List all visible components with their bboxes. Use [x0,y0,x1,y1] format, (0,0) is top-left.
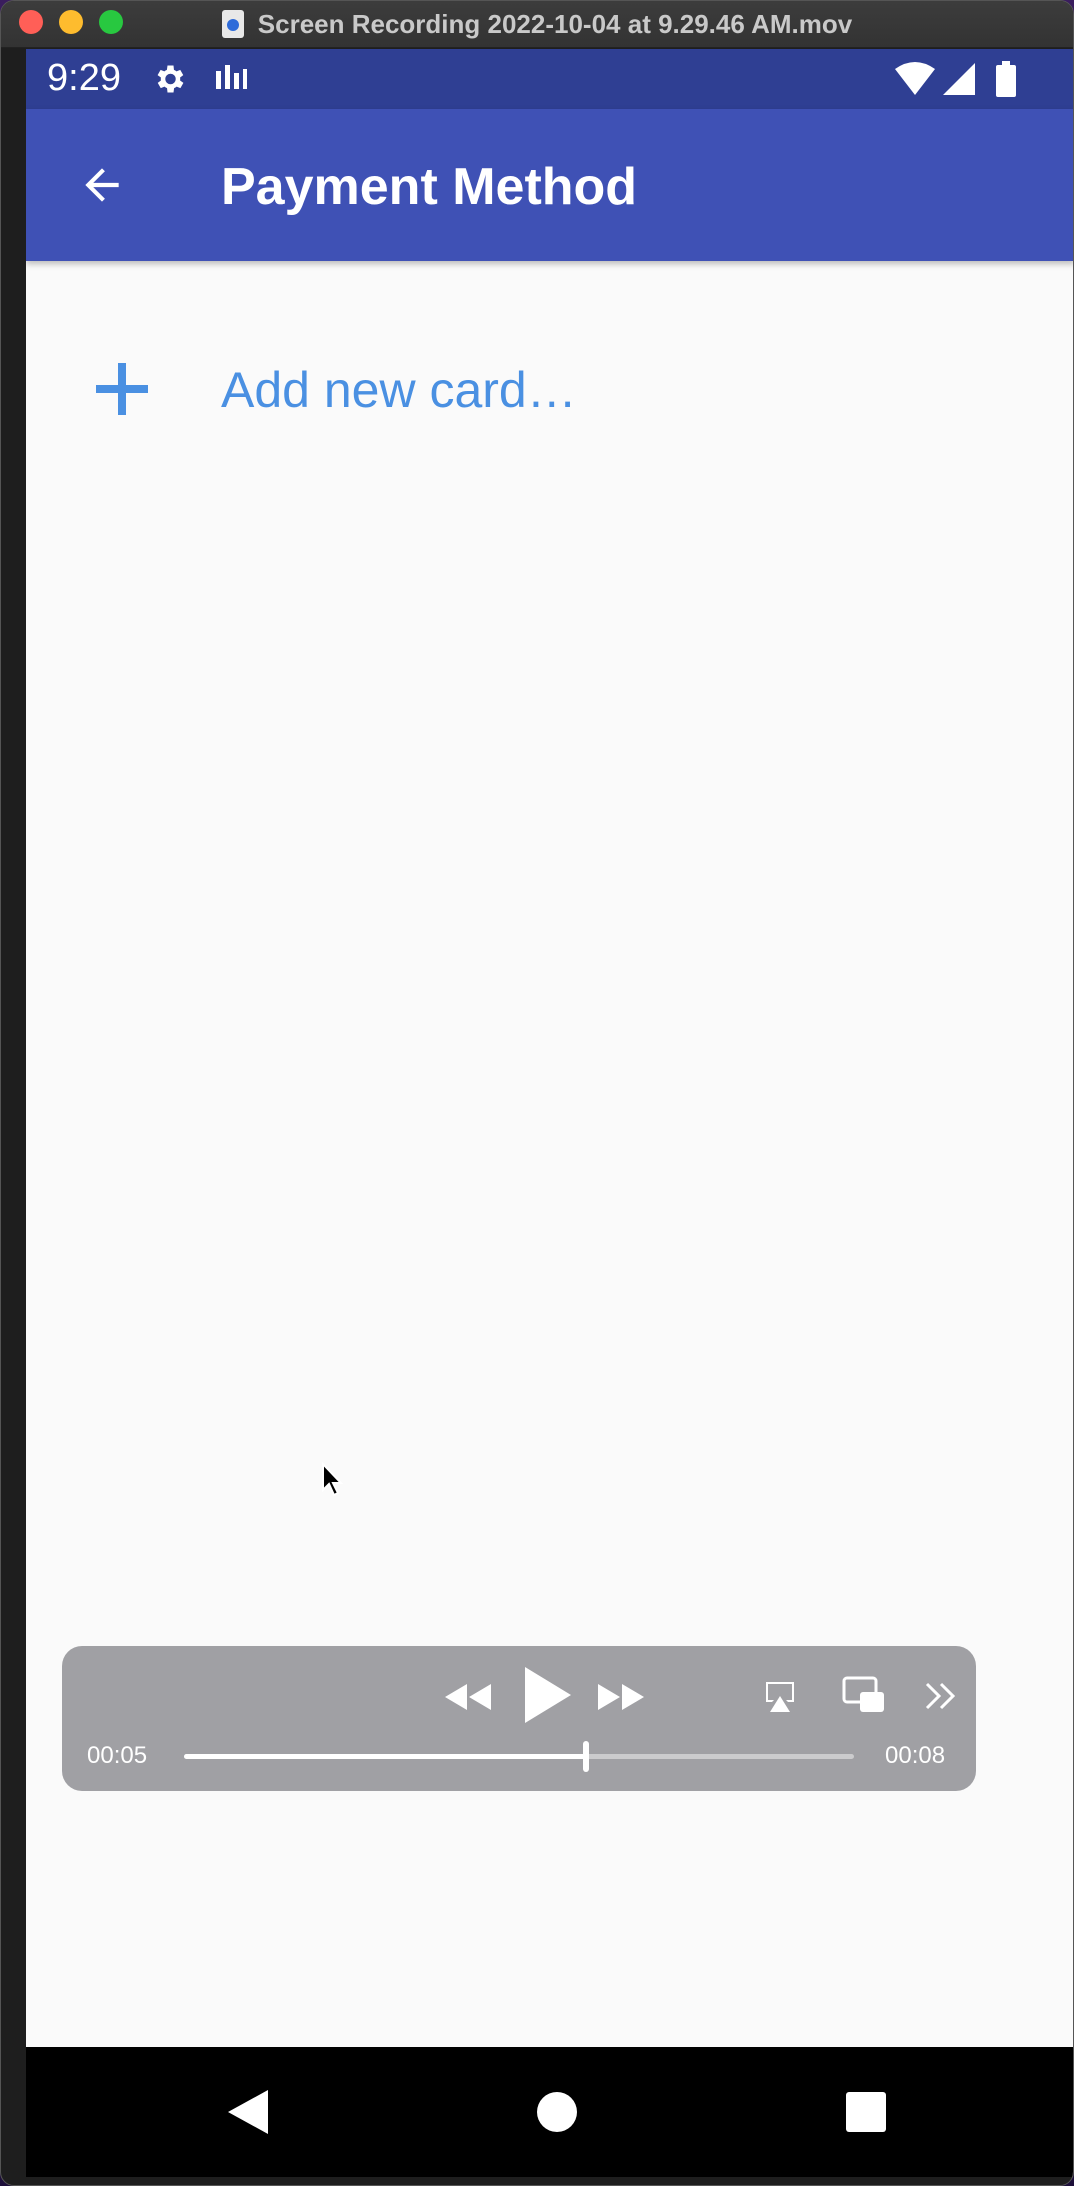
picture-in-picture-icon [842,1676,884,1712]
back-button[interactable] [71,154,133,216]
status-time: 9:29 [47,57,121,99]
mouse-cursor-icon [321,1461,345,1503]
nav-recents-button[interactable] [834,2080,898,2144]
picture-in-picture-button[interactable] [840,1672,888,1718]
quicktime-window: Screen Recording 2022-10-04 at 9.29.46 A… [0,0,1074,2186]
app-bar: Payment Method [26,109,1073,261]
nav-home-button[interactable] [525,2080,589,2144]
status-bar: 9:29 [26,49,1073,109]
back-triangle-icon [228,2090,268,2134]
rewind-icon [445,1684,491,1710]
window-title: Screen Recording 2022-10-04 at 9.29.46 A… [257,8,853,39]
cellular-icon [941,61,977,102]
scrubber-playhead[interactable] [583,1741,589,1772]
movie-file-icon [221,10,244,38]
window-title-area: Screen Recording 2022-10-04 at 9.29.46 A… [1,1,1073,47]
play-button[interactable] [514,1660,580,1730]
page-title: Payment Method [221,158,638,216]
window-titlebar[interactable]: Screen Recording 2022-10-04 at 9.29.46 A… [1,1,1073,48]
settings-icon [151,61,187,102]
double-chevron-right-icon [925,1682,956,1710]
plus-icon [94,361,150,417]
scrubber-track[interactable] [184,1741,854,1772]
fast-forward-button[interactable] [593,1672,649,1722]
android-nav-bar [26,2047,1073,2177]
home-circle-icon [537,2092,577,2132]
android-screen: 9:29 Payment Method Add new card… [26,49,1073,2177]
scrubber-progress [184,1754,586,1759]
add-new-card-row[interactable]: Add new card… [26,329,1073,449]
nav-back-button[interactable] [216,2080,280,2144]
rewind-button[interactable] [440,1672,496,1722]
signal-bars-icon [214,61,248,102]
airplay-icon [766,1682,794,1712]
play-icon [525,1667,571,1723]
back-arrow-icon [85,168,119,202]
video-player-controls: 00:05 00:08 [62,1646,976,1791]
more-controls-button[interactable] [918,1674,962,1718]
battery-icon [994,61,1018,104]
fast-forward-icon [598,1684,644,1710]
current-time: 00:05 [87,1742,148,1769]
wifi-icon [894,61,936,102]
recents-square-icon [846,2092,886,2132]
add-new-card-label: Add new card… [221,362,577,418]
airplay-button[interactable] [758,1674,802,1720]
total-time: 00:08 [885,1742,946,1769]
